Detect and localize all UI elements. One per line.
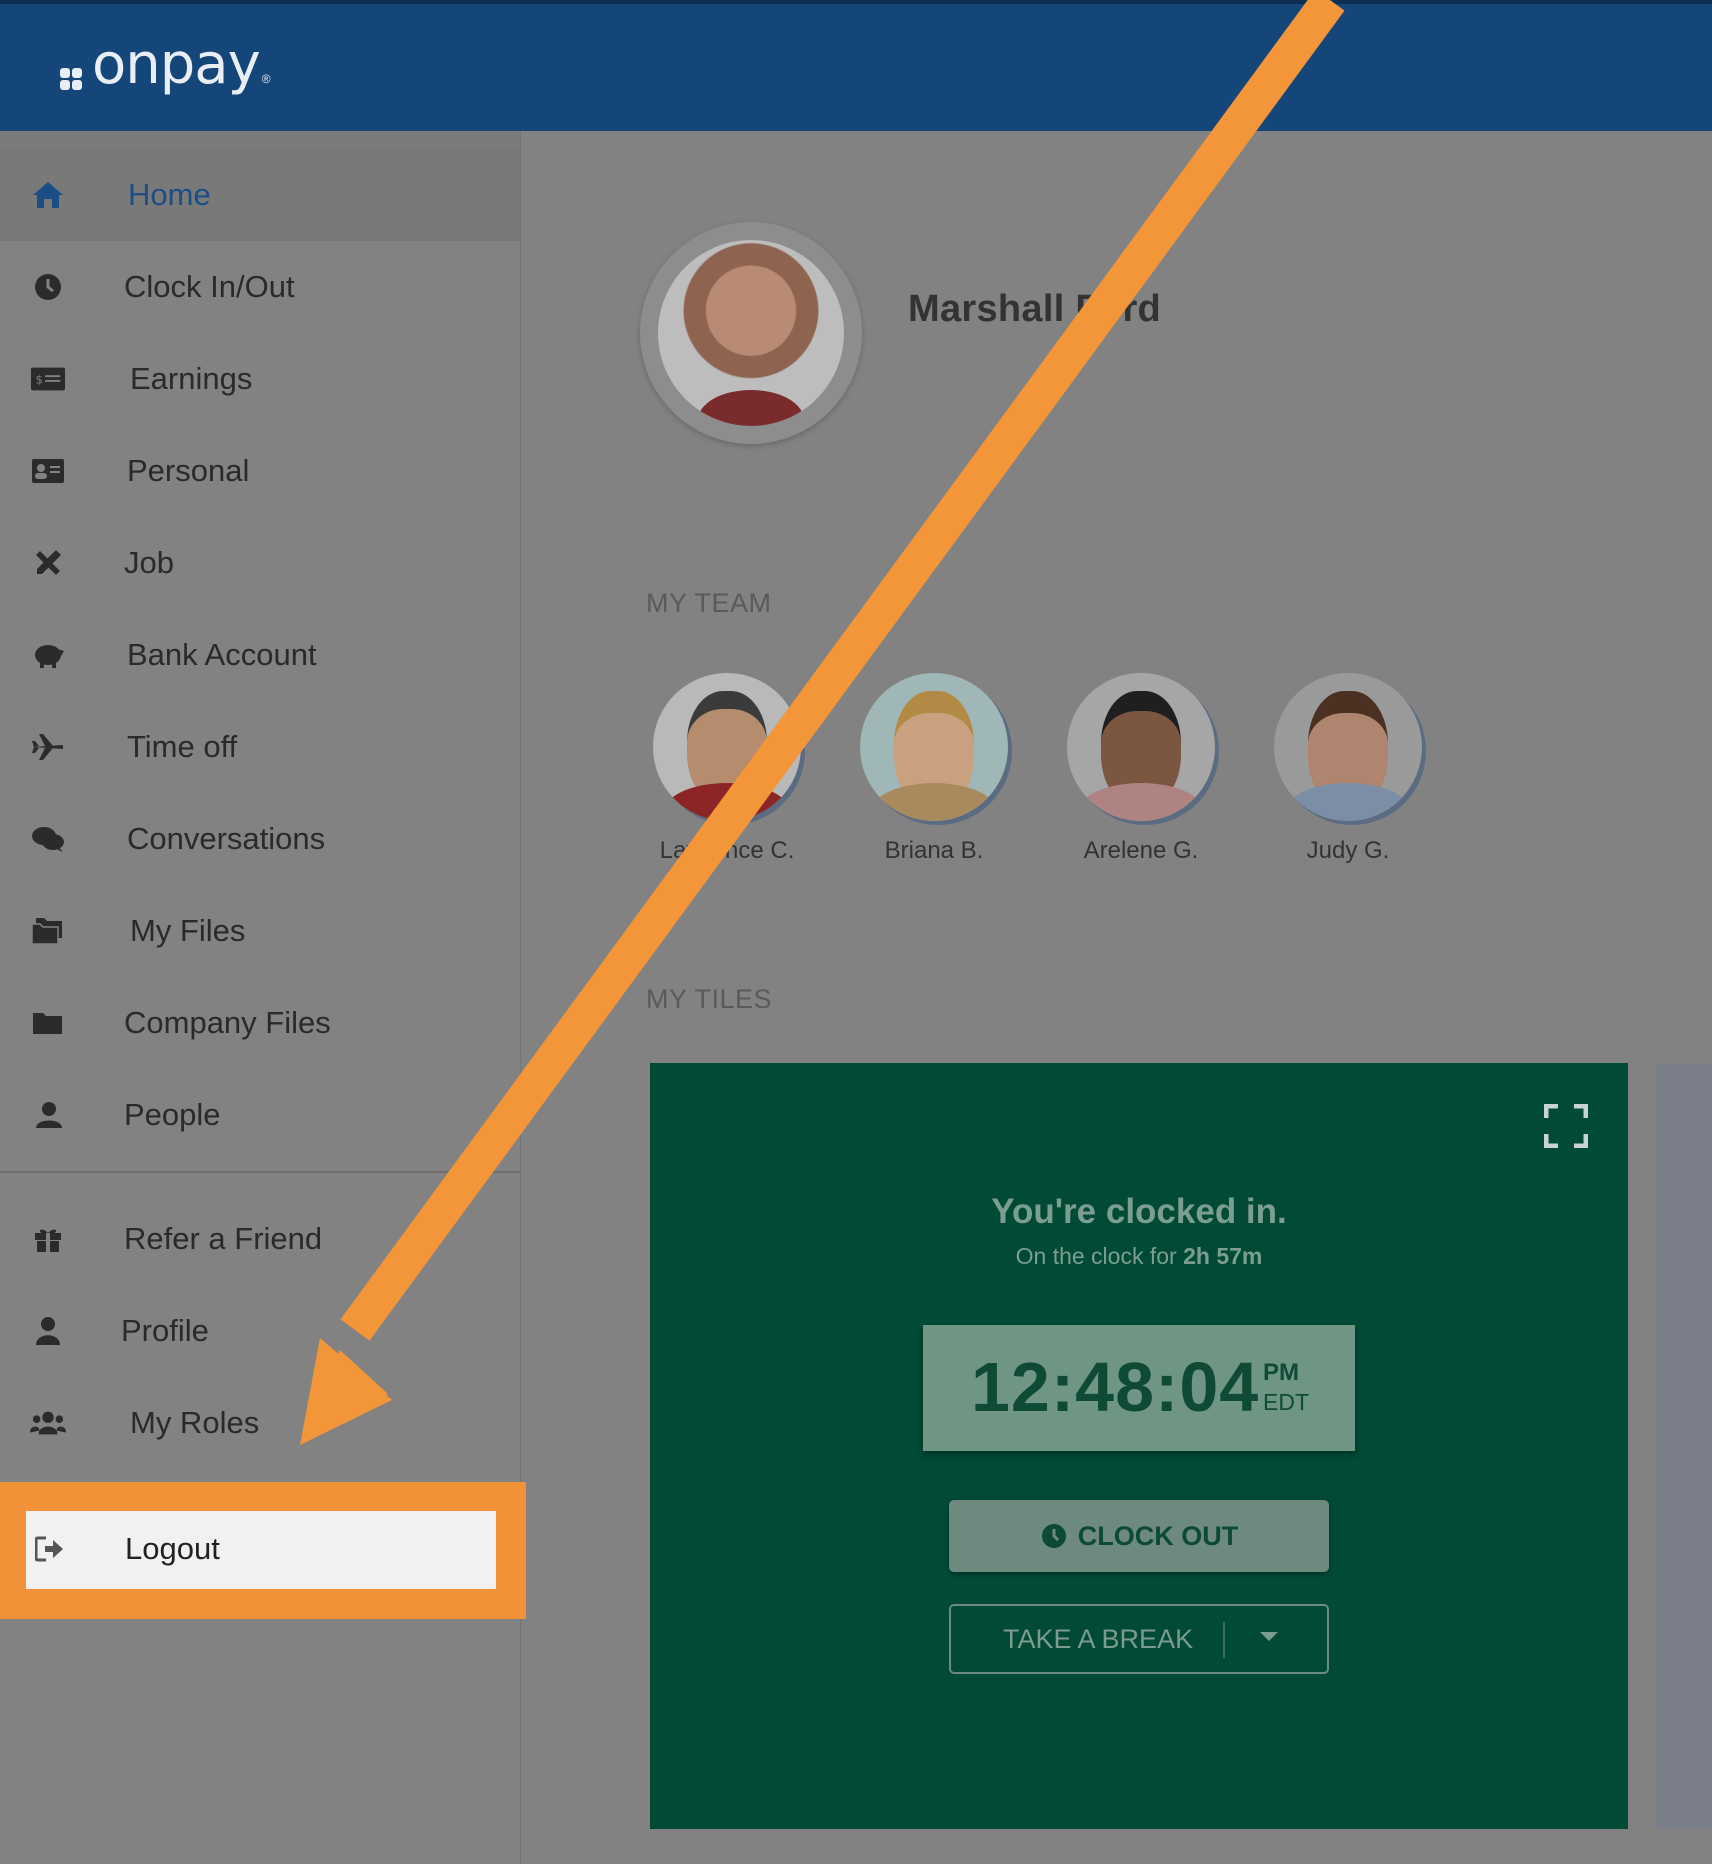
logo-text: onpay — [92, 32, 261, 97]
sidebar-item-profile[interactable]: Profile — [0, 1285, 520, 1377]
take-a-break-button[interactable]: TAKE A BREAK — [949, 1604, 1329, 1674]
team-member-avatar — [653, 673, 801, 821]
logout-label: Logout — [125, 1531, 220, 1566]
sidebar-item-time-off[interactable]: Time off — [0, 701, 520, 793]
my-tiles-heading: MY TILES — [646, 984, 773, 1014]
team-member-avatar — [1067, 673, 1215, 821]
team-member-lawrence[interactable]: Lawrence C. — [647, 673, 807, 865]
sidebar-item-my-files[interactable]: My Files — [0, 885, 520, 977]
sidebar-item-earnings[interactable]: $ Earnings — [0, 333, 520, 425]
team-member-name: Judy G. — [1306, 837, 1390, 864]
sidebar-item-label: Profile — [121, 1313, 209, 1348]
button-separator — [1223, 1622, 1225, 1658]
sidebar-item-people[interactable]: People — [0, 1069, 520, 1161]
group-icon — [30, 1405, 66, 1441]
clock-duration: 2h 57m — [1183, 1243, 1263, 1269]
chat-icon — [30, 821, 66, 857]
sidebar-item-refer-a-friend[interactable]: Refer a Friend — [0, 1193, 520, 1285]
caret-down-icon[interactable] — [1260, 1632, 1278, 1641]
user-name: Marshall Ford — [908, 288, 1162, 330]
sidebar-item-label: Time off — [127, 729, 238, 764]
sidebar-item-label: Bank Account — [127, 637, 317, 672]
time-ampm: PM — [1263, 1359, 1299, 1386]
sidebar-item-label: Personal — [127, 453, 250, 488]
money-icon: $ — [30, 361, 66, 397]
user-icon — [30, 1313, 66, 1349]
clock-status-title: You're clocked in. — [991, 1192, 1287, 1231]
logout-highlight-box: Logout — [0, 1482, 526, 1619]
profile-avatar[interactable] — [640, 222, 862, 444]
top-bar: onpay ® — [0, 0, 1712, 131]
logo-registered-mark: ® — [261, 72, 271, 86]
sidebar-item-label: Job — [124, 545, 174, 580]
sidebar-item-label: Home — [128, 177, 211, 212]
plane-icon — [30, 729, 66, 765]
sidebar-item-label: People — [124, 1097, 221, 1132]
sidebar-item-logout[interactable]: Logout — [26, 1511, 496, 1589]
sidebar-item-label: Earnings — [130, 361, 253, 396]
sidebar-item-label: Company Files — [124, 1005, 331, 1040]
piggy-bank-icon — [30, 637, 66, 673]
sidebar-divider — [0, 1171, 520, 1173]
people-icon — [30, 1097, 66, 1133]
logout-icon — [32, 1531, 68, 1567]
take-a-break-label: TAKE A BREAK — [1003, 1624, 1194, 1654]
team-member-name: Lawrence C. — [659, 837, 795, 864]
team-member-arelene[interactable]: Arelene G. — [1061, 673, 1221, 865]
team-member-name: Arelene G. — [1083, 837, 1199, 864]
sidebar-item-label: Clock In/Out — [124, 269, 295, 304]
logo-mark-icon — [58, 54, 88, 90]
onpay-app: onpay ® Home Clock In/Out $ Earnings Per… — [0, 0, 1712, 1864]
clock-icon — [30, 269, 66, 305]
time-zone: EDT — [1263, 1389, 1309, 1415]
team-member-briana[interactable]: Briana B. — [854, 673, 1014, 865]
clock-icon — [1041, 1524, 1066, 1548]
profile-photo — [658, 240, 844, 426]
sidebar-item-company-files[interactable]: Company Files — [0, 977, 520, 1069]
sidebar-item-job[interactable]: Job — [0, 517, 520, 609]
next-tile-edge — [1656, 1063, 1712, 1829]
current-time: 12:48:04 — [971, 1348, 1260, 1426]
sidebar-item-clock-in-out[interactable]: Clock In/Out — [0, 241, 520, 333]
team-member-avatar — [860, 673, 1008, 821]
clock-status-subtitle: On the clock for 2h 57m — [650, 1243, 1628, 1270]
my-team-heading: MY TEAM — [646, 588, 772, 618]
clock-out-button[interactable]: CLOCK OUT — [949, 1500, 1329, 1572]
id-card-icon — [30, 453, 66, 489]
sidebar-item-bank-account[interactable]: Bank Account — [0, 609, 520, 701]
svg-text:$: $ — [36, 373, 43, 387]
onpay-logo[interactable]: onpay ® — [58, 32, 271, 97]
sidebar-item-my-roles[interactable]: My Roles — [0, 1377, 520, 1469]
team-member-avatar — [1274, 673, 1422, 821]
expand-icon[interactable] — [1543, 1103, 1589, 1149]
gift-icon — [30, 1221, 66, 1257]
files-icon — [30, 913, 66, 949]
sidebar-item-label: Refer a Friend — [124, 1221, 323, 1256]
sidebar-item-label: Conversations — [127, 821, 326, 856]
team-member-judy[interactable]: Judy G. — [1268, 673, 1428, 865]
current-time-display: 12:48:04 PM EDT — [923, 1325, 1355, 1451]
sidebar-item-personal[interactable]: Personal — [0, 425, 520, 517]
tools-icon — [30, 545, 66, 581]
clock-out-label: CLOCK OUT — [1077, 1520, 1239, 1551]
team-member-name: Briana B. — [884, 837, 984, 864]
sidebar-item-conversations[interactable]: Conversations — [0, 793, 520, 885]
sidebar-item-label: My Files — [130, 913, 246, 948]
clock-duration-prefix: On the clock for — [1015, 1243, 1184, 1269]
sidebar-item-home[interactable]: Home — [0, 149, 520, 241]
folder-icon — [30, 1005, 66, 1041]
sidebar-item-label: My Roles — [130, 1405, 260, 1440]
home-icon — [30, 177, 66, 213]
